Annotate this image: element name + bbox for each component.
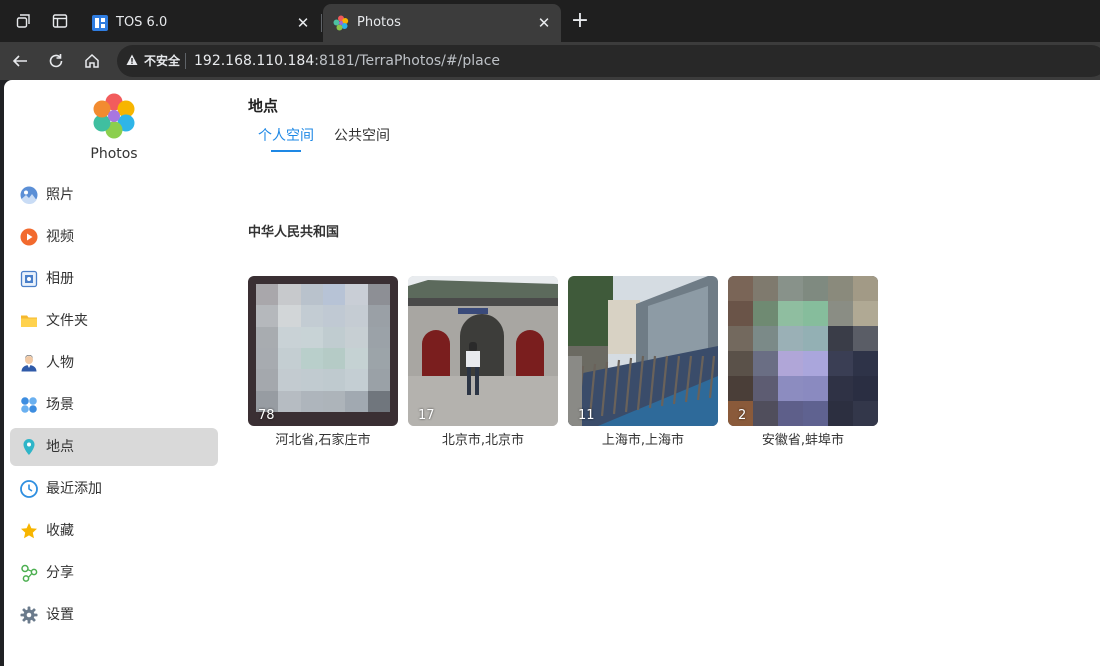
- sidebar-item-favorites[interactable]: 收藏: [10, 512, 218, 550]
- photos-logo-icon: [90, 92, 138, 140]
- place-photo-image: [568, 276, 718, 426]
- place-name: 北京市,北京市: [441, 433, 525, 448]
- thumbnail-mosaic: [256, 284, 390, 412]
- place-thumbnail[interactable]: 78: [248, 276, 398, 426]
- photo-count: 2: [738, 408, 747, 423]
- sidebar-item-scenes[interactable]: 场景: [10, 386, 218, 424]
- album-icon: [20, 270, 38, 288]
- warning-icon[interactable]: [126, 54, 138, 66]
- share-icon: [20, 564, 38, 582]
- sidebar-item-places[interactable]: 地点: [10, 428, 218, 466]
- workspaces-icon[interactable]: [13, 10, 35, 32]
- app-name: Photos: [90, 146, 138, 162]
- clock-icon: [20, 480, 38, 498]
- scene-icon: [20, 396, 38, 414]
- sidebar-item-label: 设置: [46, 607, 74, 623]
- tab-personal-space[interactable]: 个人空间: [258, 127, 314, 145]
- tab-tos[interactable]: TOS 6.0 ✕: [82, 4, 320, 42]
- active-tab-indicator: [271, 150, 301, 152]
- sidebar-item-videos[interactable]: 视频: [10, 218, 218, 256]
- place-name: 河北省,石家庄市: [275, 433, 371, 448]
- browser-toolbar: 不安全 192.168.110.184:8181/TerraPhotos/#/p…: [0, 42, 1100, 80]
- main-content: 地点 个人空间 公共空间 中华人民共和国 78 河北省,石家庄市 17 北京市,…: [224, 80, 1100, 666]
- sidebar-item-albums[interactable]: 相册: [10, 260, 218, 298]
- place-name: 上海市,上海市: [601, 433, 685, 448]
- sidebar-item-label: 最近添加: [46, 481, 102, 497]
- omnibox-divider: [185, 53, 186, 69]
- place-card[interactable]: 11 上海市,上海市: [568, 276, 718, 449]
- sidebar-item-label: 相册: [46, 271, 74, 287]
- place-card[interactable]: 2 安徽省,蚌埠市: [728, 276, 878, 449]
- tos-favicon-icon: [92, 15, 108, 31]
- video-icon: [20, 228, 38, 246]
- photos-favicon-icon: [333, 15, 349, 31]
- browser-tab-bar: TOS 6.0 ✕ Photos ✕ +: [0, 0, 1100, 42]
- sidebar-item-share[interactable]: 分享: [10, 554, 218, 592]
- place-card[interactable]: 17 北京市,北京市: [408, 276, 558, 449]
- place-photo-image: [408, 276, 558, 426]
- sidebar-item-photos[interactable]: 照片: [10, 176, 218, 214]
- place-thumbnail[interactable]: 11: [568, 276, 718, 426]
- new-tab-button[interactable]: +: [568, 10, 592, 34]
- sidebar: Photos 照片 视频 相册 文件夹 人物 场景 地点 最近添加 收藏 分享 …: [4, 80, 224, 666]
- tab-separator: [321, 14, 322, 32]
- sidebar-item-label: 文件夹: [46, 313, 88, 329]
- tab-title: Photos: [357, 15, 401, 30]
- place-card[interactable]: 78 河北省,石家庄市: [248, 276, 398, 449]
- back-icon[interactable]: [8, 49, 32, 73]
- sidebar-item-label: 分享: [46, 565, 74, 581]
- star-icon: [20, 522, 38, 540]
- page-viewport: Photos 照片 视频 相册 文件夹 人物 场景 地点 最近添加 收藏 分享 …: [4, 80, 1100, 666]
- page-title: 地点: [248, 97, 279, 115]
- sidebar-item-label: 收藏: [46, 523, 74, 539]
- country-section-title: 中华人民共和国: [248, 225, 340, 240]
- photo-icon: [20, 186, 38, 205]
- gear-icon: [20, 606, 38, 624]
- address-bar[interactable]: 不安全 192.168.110.184:8181/TerraPhotos/#/p…: [117, 45, 1100, 77]
- url-text[interactable]: 192.168.110.184:8181/TerraPhotos/#/place: [194, 52, 500, 70]
- tab-actions-icon[interactable]: [49, 10, 71, 32]
- photo-count: 17: [418, 408, 435, 423]
- sidebar-item-label: 照片: [46, 187, 74, 203]
- home-icon[interactable]: [80, 49, 104, 73]
- sidebar-item-label: 地点: [46, 439, 74, 455]
- tab-public-space[interactable]: 公共空间: [334, 127, 390, 145]
- thumbnail-mosaic: [728, 276, 878, 426]
- close-tab-icon[interactable]: ✕: [294, 14, 312, 32]
- tab-title: TOS 6.0: [116, 15, 168, 30]
- place-name: 安徽省,蚌埠市: [761, 433, 845, 448]
- close-tab-icon[interactable]: ✕: [535, 14, 553, 32]
- reload-icon[interactable]: [44, 49, 68, 73]
- sidebar-item-label: 视频: [46, 229, 74, 245]
- sidebar-item-recent[interactable]: 最近添加: [10, 470, 218, 508]
- security-label[interactable]: 不安全: [144, 53, 180, 69]
- sidebar-item-label: 人物: [46, 355, 74, 371]
- person-icon: [20, 354, 38, 372]
- sidebar-item-settings[interactable]: 设置: [10, 596, 218, 634]
- tab-photos[interactable]: Photos ✕: [323, 4, 561, 42]
- photo-count: 78: [258, 408, 275, 423]
- location-icon: [20, 438, 38, 456]
- url-host: 192.168.110.184: [194, 53, 315, 69]
- sidebar-item-label: 场景: [46, 397, 74, 413]
- photo-count: 11: [578, 408, 595, 423]
- sidebar-item-folders[interactable]: 文件夹: [10, 302, 218, 340]
- url-path: :8181/TerraPhotos/#/place: [314, 53, 501, 69]
- place-thumbnail[interactable]: 17: [408, 276, 558, 426]
- sidebar-item-people[interactable]: 人物: [10, 344, 218, 382]
- place-thumbnail[interactable]: 2: [728, 276, 878, 426]
- folder-icon: [20, 312, 38, 330]
